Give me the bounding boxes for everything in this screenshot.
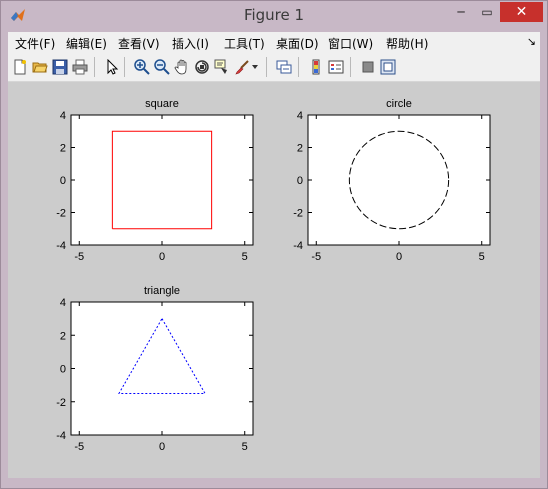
minimize-icon: ─ <box>457 5 465 19</box>
x-tick-label: 5 <box>242 251 248 263</box>
y-tick-label: 0 <box>60 175 66 187</box>
zoom-in-button[interactable] <box>132 57 152 77</box>
menu-edit[interactable]: 编辑(E) <box>66 35 107 52</box>
maximize-icon: ▭ <box>481 5 493 19</box>
menu-file[interactable]: 文件(F) <box>15 35 55 52</box>
data-cursor-button[interactable] <box>212 57 232 77</box>
close-icon: ✕ <box>515 4 528 20</box>
y-tick-label: 4 <box>60 297 66 309</box>
x-tick-label: 0 <box>396 251 402 263</box>
toolbar-separator <box>124 57 125 77</box>
menu-desktop[interactable]: 桌面(D) <box>276 35 319 52</box>
print-icon <box>72 59 88 75</box>
link-plot-button[interactable] <box>274 57 294 77</box>
menu-view[interactable]: 查看(V) <box>118 35 160 52</box>
x-tick-label: -5 <box>74 251 84 263</box>
show-plot-tools-button[interactable] <box>378 57 398 77</box>
plots-svg: -5 0 5 4 2 0 -2 -4 square -5 0 5 4 2 0 -2 -4 circle -5 0 5 4 2… <box>56 98 491 453</box>
print-button[interactable] <box>70 57 90 77</box>
edit-plot-button[interactable] <box>102 57 122 77</box>
figure-canvas[interactable]: -5 0 5 4 2 0 -2 -4 square -5 0 5 4 2 0 -2 -4 circle -5 0 5 4 2… <box>8 82 540 478</box>
menu-insert[interactable]: 插入(I) <box>172 35 209 52</box>
zoom-out-icon <box>154 59 170 75</box>
figure-window: Figure 1 ─ ▭ ✕ 文件(F) 编辑(E) 查看(V) 插入(I) 工… <box>0 0 548 489</box>
open-file-button[interactable] <box>30 57 50 77</box>
axes-square[interactable]: -5 0 5 4 2 0 -2 -4 square <box>56 98 254 263</box>
menu-window[interactable]: 窗口(W) <box>328 35 373 52</box>
y-tick-label: -4 <box>56 430 66 442</box>
y-tick-label: 4 <box>60 110 66 122</box>
menu-help[interactable]: 帮助(H) <box>386 35 428 52</box>
insert-legend-icon <box>328 60 344 74</box>
save-button[interactable] <box>50 57 70 77</box>
y-tick-label: -4 <box>56 240 66 252</box>
menubar-dock-icon[interactable]: ↘ <box>527 35 536 48</box>
insert-colorbar-button[interactable] <box>306 57 326 77</box>
y-tick-label: 0 <box>60 364 66 376</box>
brush-dropdown-button[interactable] <box>250 57 260 77</box>
toolbar-separator <box>350 57 351 77</box>
y-tick-label: -2 <box>56 208 66 220</box>
axes-box <box>70 301 254 436</box>
close-button[interactable]: ✕ <box>500 2 543 22</box>
maximize-button[interactable]: ▭ <box>474 2 500 22</box>
menu-tools[interactable]: 工具(T) <box>224 35 265 52</box>
y-tick-label: -4 <box>293 240 303 252</box>
data-cursor-icon <box>214 59 227 74</box>
y-tick-label: 2 <box>60 330 66 342</box>
y-tick-label: -2 <box>56 397 66 409</box>
rotate-3d-button[interactable] <box>192 57 212 77</box>
zoom-in-icon <box>134 59 150 75</box>
brush-button[interactable] <box>232 57 252 77</box>
axes-box <box>70 114 254 246</box>
axes-triangle[interactable]: -5 0 5 4 2 0 -2 -4 triangle <box>56 285 254 453</box>
y-tick-label: 0 <box>297 175 303 187</box>
toolbar-separator <box>94 57 95 77</box>
new-figure-button[interactable] <box>10 57 30 77</box>
axes-circle[interactable]: -5 0 5 4 2 0 -2 -4 circle <box>293 98 491 263</box>
x-tick-label: 0 <box>159 251 165 263</box>
edit-plot-arrow-icon <box>107 59 119 75</box>
x-tick-label: -5 <box>74 441 84 453</box>
insert-colorbar-icon <box>312 59 320 75</box>
title-bar[interactable]: Figure 1 ─ ▭ ✕ <box>1 1 547 31</box>
hide-plot-tools-button[interactable] <box>358 57 378 77</box>
hide-plot-tools-icon <box>362 61 374 73</box>
y-tick-label: 2 <box>60 143 66 155</box>
axes-title: circle <box>386 98 412 110</box>
axes-title: square <box>145 98 179 110</box>
pan-hand-icon <box>174 59 187 75</box>
x-tick-label: 0 <box>159 441 165 453</box>
x-tick-label: 5 <box>242 441 248 453</box>
x-tick-label: 5 <box>479 251 485 263</box>
y-tick-label: 2 <box>297 143 303 155</box>
figure-toolbar <box>8 53 540 82</box>
brush-icon <box>235 60 249 75</box>
show-plot-tools-icon <box>380 59 396 75</box>
insert-legend-button[interactable] <box>326 57 346 77</box>
toolbar-separator <box>298 57 299 77</box>
y-tick-label: -2 <box>293 208 303 220</box>
brush-dropdown-icon <box>252 65 258 69</box>
toolbar-separator <box>266 57 267 77</box>
zoom-out-button[interactable] <box>152 57 172 77</box>
menu-bar: 文件(F) 编辑(E) 查看(V) 插入(I) 工具(T) 桌面(D) 窗口(W… <box>8 32 540 53</box>
axes-title: triangle <box>144 285 180 297</box>
y-tick-label: 4 <box>297 110 303 122</box>
pan-button[interactable] <box>172 57 192 77</box>
new-figure-icon <box>14 59 26 75</box>
x-tick-label: -5 <box>311 251 321 263</box>
axes-box <box>307 114 491 246</box>
save-icon <box>52 59 68 75</box>
link-plot-icon <box>276 60 292 74</box>
minimize-button[interactable]: ─ <box>448 2 474 22</box>
open-file-icon <box>32 62 48 73</box>
rotate-3d-icon <box>195 60 209 74</box>
